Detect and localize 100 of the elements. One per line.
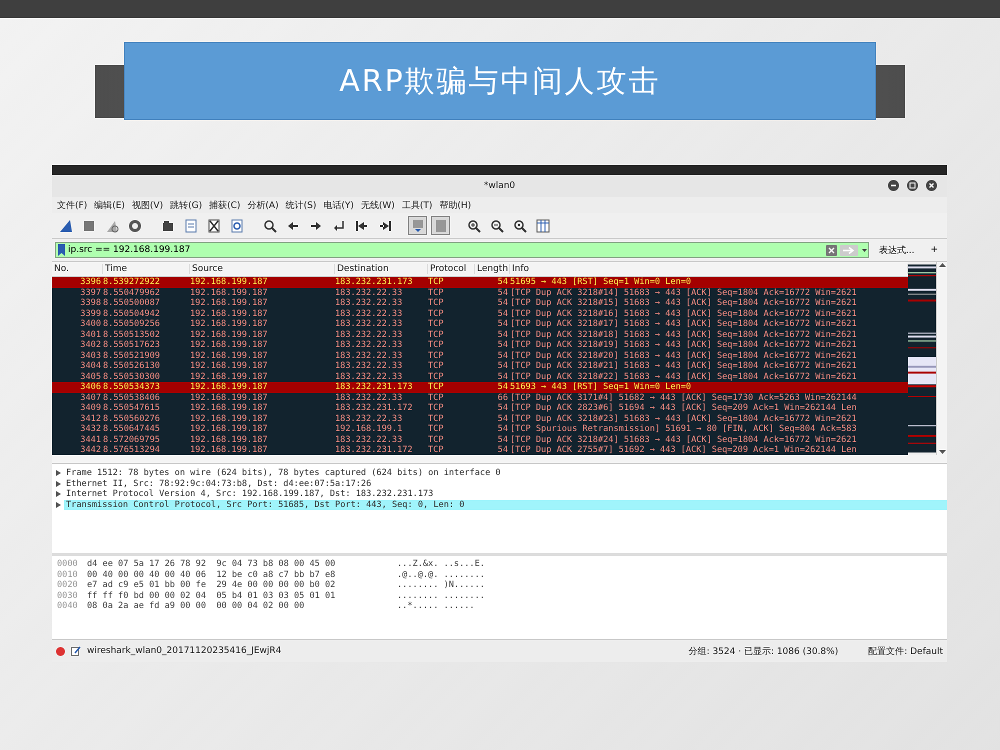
packet-row[interactable]: 3396 8.539272922 192.168.199.187 183.232.231.173 TCP 54 51695 → 443 [RST] Seq=1 Win=0 Len=0	[52, 277, 908, 288]
column-header[interactable]: Length	[475, 264, 510, 274]
expand-arrow-icon[interactable]	[56, 480, 61, 487]
expand-arrow-icon[interactable]	[56, 491, 61, 498]
packet-source: 192.168.199.187	[190, 298, 269, 308]
profile-label[interactable]: 配置文件: Default	[868, 644, 943, 658]
filter-bar[interactable]: ip.src == 192.168.199.187	[55, 242, 869, 258]
hex-bytes: 08 0a 2a ae fd a9 00 00 00 00 04 02 00 00	[87, 601, 306, 612]
packet-length: 54	[496, 298, 509, 308]
packet-row[interactable]: 3399 8.550504942 192.168.199.187 183.232.22.33 TCP 54 [TCP Dup ACK 3218#16] 51683 → 443 [ACK] Seq=1804 Ack=16772 Win=2621	[52, 308, 908, 319]
horizontal-scrollbar[interactable]	[52, 455, 947, 464]
protocol-tree-item[interactable]: Frame 1512: 78 bytes on wire (624 bits), 78 bytes captured (624 bits) on interface 0	[64, 468, 503, 478]
packet-protocol: TCP	[428, 350, 445, 361]
packet-row[interactable]: 3412 8.550560276 192.168.199.187 183.232.22.33 TCP 54 [TCP Dup ACK 3218#23] 51683 → 443 [ACK] Seq=1804 Ack=16772 Win=2621	[52, 414, 908, 424]
file-icon	[182, 218, 198, 234]
close-icon[interactable]	[926, 180, 937, 191]
expand-arrow-icon[interactable]	[56, 502, 61, 508]
packet-length: 54	[496, 277, 509, 288]
hex-offset: 0020	[56, 580, 79, 590]
menu-item[interactable]: 电话(Y)	[323, 198, 354, 212]
packet-row[interactable]: 3442 8.576513294 192.168.199.187 183.232.231.172 TCP 54 [TCP Dup ACK 2755#7] 51692 → 443 [ACK] Seq=209 Ack=1 Win=262144 Len	[52, 445, 908, 456]
packet-row[interactable]: 3401 8.550513502 192.168.199.187 183.232.22.33 TCP 54 [TCP Dup ACK 3218#18] 51683 → 443 [ACK] Seq=1804 Ack=16772 Win=2621	[52, 330, 908, 340]
menu-item[interactable]: 跳转(G)	[170, 198, 202, 212]
clear-icon[interactable]	[826, 244, 837, 256]
packet-row[interactable]: 3403 8.550521909 192.168.199.187 183.232.22.33 TCP 54 [TCP Dup ACK 3218#20] 51683 → 443 [ACK] Seq=1804 Ack=16772 Win=2621	[52, 350, 908, 361]
packet-protocol: TCP	[428, 403, 445, 414]
menu-item[interactable]: 分析(A)	[247, 198, 279, 212]
menu-item[interactable]: 工具(T)	[402, 198, 432, 212]
bookmark-icon[interactable]	[58, 244, 65, 256]
packet-info: [TCP Dup ACK 3218#23] 51683 → 443 [ACK] Seq=1804 Ack=16772 Win=2621	[510, 414, 858, 424]
packet-source: 192.168.199.187	[190, 288, 269, 298]
menu-item[interactable]: 捕获(C)	[209, 198, 240, 212]
shark-fin-icon	[58, 218, 74, 234]
packet-info: [TCP Dup ACK 3218#15] 51683 → 443 [ACK] Seq=1804 Ack=16772 Win=2621	[510, 298, 858, 308]
hex-bytes: 00 40 00 00 40 00 40 06 12 be c0 a8 c7 bb b7 e8	[87, 570, 336, 580]
packet-destination: 183.232.231.172	[335, 445, 414, 456]
menu-item[interactable]: 帮助(H)	[439, 198, 472, 212]
packet-row[interactable]: 3409 8.550547615 192.168.199.187 183.232.231.172 TCP 54 [TCP Dup ACK 2823#6] 51694 → 443 [ACK] Seq=209 Ack=1 Win=262144 Len	[52, 403, 908, 414]
expand-arrow-icon[interactable]	[56, 470, 61, 476]
display-filter-field[interactable]: ip.src == 192.168.199.187	[68, 245, 823, 255]
packet-length: 54	[496, 382, 509, 392]
colorize-button[interactable]	[431, 216, 450, 235]
ascii-dump: ...Z.&x. ..s...E.	[397, 559, 485, 570]
minimize-icon[interactable]	[888, 180, 899, 191]
menu-item[interactable]: 视图(V)	[132, 198, 164, 212]
column-header[interactable]: Destination	[335, 264, 428, 274]
autoscroll-button[interactable]	[408, 216, 427, 235]
menu-item[interactable]: 文件(F)	[57, 198, 88, 212]
scroll-up-icon[interactable]	[938, 262, 946, 267]
packet-protocol: TCP	[428, 277, 445, 288]
menu-item[interactable]: 编辑(E)	[94, 198, 125, 212]
ascii-dump: .@..@.@. ........	[397, 570, 485, 580]
packet-info: [TCP Dup ACK 2823#6] 51694 → 443 [ACK] Seq=209 Ack=1 Win=262144 Len	[510, 403, 858, 414]
column-header[interactable]: Source	[190, 264, 335, 274]
protocol-tree-item[interactable]: Ethernet II, Src: 78:92:9c:04:73:b8, Dst: d4:ee:07:5a:17:26	[64, 478, 374, 489]
packet-length: 54	[496, 308, 509, 319]
close-file-icon	[206, 218, 222, 234]
menu-item[interactable]: 统计(S)	[286, 198, 316, 212]
menu-item[interactable]: 无线(W)	[360, 198, 395, 212]
packet-count: 分组: 3524 · 已显示: 1086 (30.8%)	[688, 646, 838, 658]
capture-file-name: wireshark_wlan0_20171120235416_JEwjR4	[87, 646, 282, 656]
edit-comment-icon[interactable]	[71, 646, 81, 656]
packet-row[interactable]: 3398 8.550500087 192.168.199.187 183.232.22.33 TCP 54 [TCP Dup ACK 3218#15] 51683 → 443 [ACK] Seq=1804 Ack=16772 Win=2621	[52, 298, 908, 308]
packet-length: 54	[496, 288, 509, 298]
packet-protocol: TCP	[428, 414, 445, 424]
packet-row[interactable]: 3405 8.550530300 192.168.199.187 183.232.22.33 TCP 54 [TCP Dup ACK 3218#22] 51683 → 443 [ACK] Seq=1804 Ack=16772 Win=2621	[52, 372, 908, 382]
capture-status-icon[interactable]	[56, 646, 65, 656]
packet-info: [TCP Dup ACK 3171#4] 51682 → 443 [ACK] Seq=1730 Ack=5263 Win=262144	[510, 392, 858, 403]
packet-time: 8.550560276	[103, 414, 161, 424]
packet-info: [TCP Dup ACK 2755#7] 51692 → 443 [ACK] Seq=209 Ack=1 Win=262144 Len	[510, 445, 858, 456]
packet-source: 192.168.199.187	[190, 277, 269, 288]
packet-number: 3404	[79, 361, 102, 372]
packet-protocol: TCP	[428, 308, 445, 319]
packet-source: 192.168.199.187	[190, 424, 269, 434]
packet-row[interactable]: 3406 8.550534373 192.168.199.187 183.232.231.173 TCP 54 51693 → 443 [RST] Seq=1 Win=0 Len=0	[52, 382, 908, 392]
column-header[interactable]: Time	[103, 264, 190, 274]
packet-row[interactable]: 3407 8.550538406 192.168.199.187 183.232.22.33 TCP 66 [TCP Dup ACK 3171#4] 51682 → 443 [ACK] Seq=1730 Ack=5263 Win=262144	[52, 392, 908, 403]
packet-row[interactable]: 3404 8.550526130 192.168.199.187 183.232.22.33 TCP 54 [TCP Dup ACK 3218#21] 51683 → 443 [ACK] Seq=1804 Ack=16772 Win=2621	[52, 361, 908, 372]
maximize-icon[interactable]	[907, 180, 918, 191]
search-icon	[262, 218, 278, 234]
protocol-tree-item[interactable]: Transmission Control Protocol, Src Port: 51685, Dst Port: 443, Seq: 0, Len: 0	[64, 500, 947, 510]
packet-row[interactable]: 3400 8.550509256 192.168.199.187 183.232.22.33 TCP 54 [TCP Dup ACK 3218#17] 51683 → 443 [ACK] Seq=1804 Ack=16772 Win=2621	[52, 319, 908, 330]
add-filter-button[interactable]: +	[924, 245, 944, 255]
packet-time: 8.550500087	[103, 298, 161, 308]
protocol-tree-item[interactable]: Internet Protocol Version 4, Src: 192.168.199.187, Dst: 183.232.231.173	[64, 489, 436, 500]
packet-row[interactable]: 3432 8.550647445 192.168.199.187 192.168.199.1 TCP 54 [TCP Spurious Retransmission] 51691 → 80 [FIN, ACK] Seq=804 Ack=583	[52, 424, 908, 434]
column-header[interactable]: No.	[52, 264, 103, 274]
packet-protocol: TCP	[428, 288, 445, 298]
packet-row[interactable]: 3441 8.572069795 192.168.199.187 183.232.22.33 TCP 54 [TCP Dup ACK 3218#24] 51683 → 443 [ACK] Seq=1804 Ack=16772 Win=2621	[52, 434, 908, 445]
packet-row[interactable]: 3402 8.550517623 192.168.199.187 183.232.22.33 TCP 54 [TCP Dup ACK 3218#19] 51683 → 443 [ACK] Seq=1804 Ack=16772 Win=2621	[52, 340, 908, 350]
packet-info: [TCP Spurious Retransmission] 51691 → 80 [FIN, ACK] Seq=804 Ack=583	[510, 424, 858, 434]
expression-button[interactable]: 表达式...	[872, 244, 920, 256]
zoom-in-icon	[466, 218, 482, 234]
vertical-scrollbar[interactable]	[936, 262, 947, 455]
packet-destination: 183.232.22.33	[335, 392, 404, 403]
packet-length: 54	[496, 434, 509, 445]
column-header[interactable]: Protocol	[428, 264, 475, 274]
packet-length: 54	[496, 445, 509, 456]
packet-row[interactable]: 3397 8.550479962 192.168.199.187 183.232.22.33 TCP 54 [TCP Dup ACK 3218#14] 51683 → 443 [ACK] Seq=1804 Ack=16772 Win=2621	[52, 288, 908, 298]
packet-destination: 183.232.22.33	[335, 350, 404, 361]
